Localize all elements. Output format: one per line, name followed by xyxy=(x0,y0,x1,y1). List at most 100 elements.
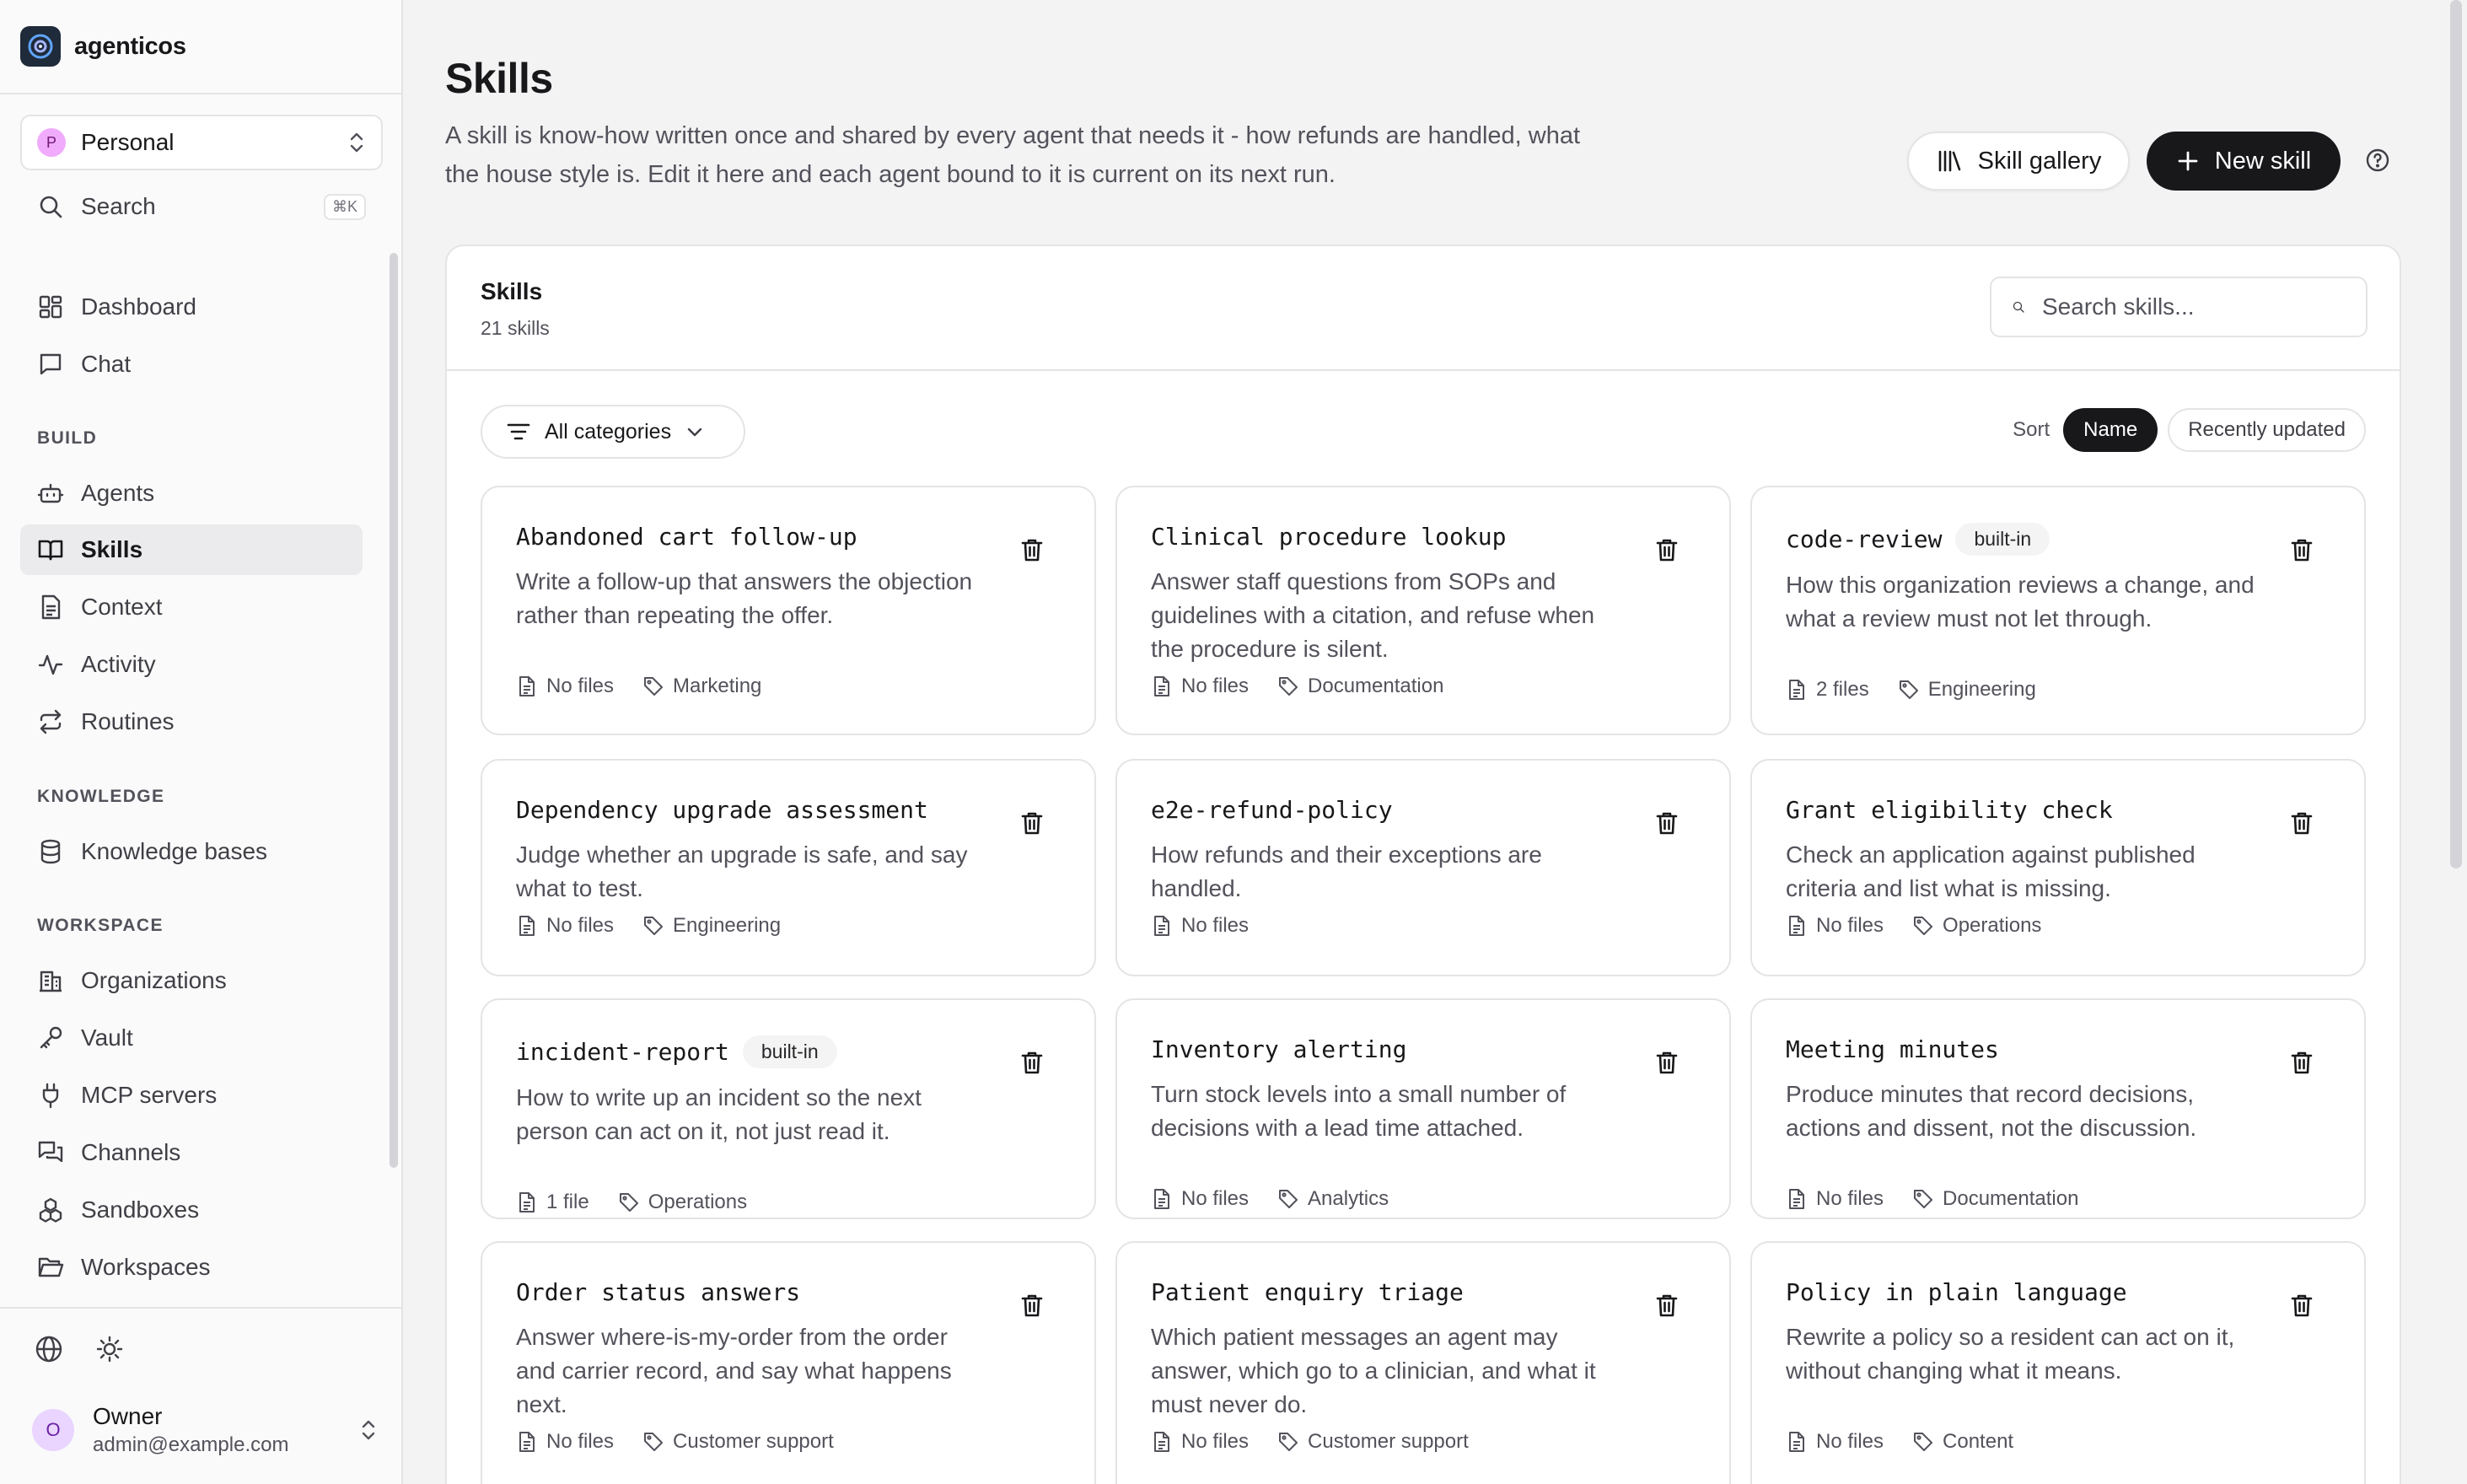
file-icon xyxy=(1789,680,1804,700)
new-skill-label: New skill xyxy=(2214,147,2312,175)
skill-files: No files xyxy=(1816,1430,1884,1453)
skill-card[interactable]: Abandoned cart follow-up Write a follow-u… xyxy=(481,486,1096,735)
skill-card[interactable]: incident-report built-in How to write up a… xyxy=(481,998,1096,1219)
skill-meta: No files Documentation xyxy=(1151,675,1443,698)
search-skills-input[interactable] xyxy=(2042,293,2346,320)
skills-search[interactable] xyxy=(1990,277,2368,337)
brand[interactable]: agenticos xyxy=(20,25,186,67)
trash-icon[interactable] xyxy=(1653,809,1680,836)
trash-icon[interactable] xyxy=(1019,1049,1045,1076)
building-icon xyxy=(40,971,62,992)
page-description: A skill is know-how written once and sha… xyxy=(445,122,1581,188)
skills-panel: Skills 21 skills All categories Sort Nam… xyxy=(445,245,2401,1484)
skill-name: code-review xyxy=(1786,525,1943,553)
sidebar-item-organizations[interactable]: Organizations xyxy=(20,955,363,1006)
skill-gallery-button[interactable]: Skill gallery xyxy=(1907,132,2130,191)
skill-gallery-label: Skill gallery xyxy=(1977,147,2102,175)
section-label-workspace: WORKSPACE xyxy=(37,916,164,935)
sidebar-item-channels[interactable]: Channels xyxy=(20,1127,363,1178)
skill-category: Analytics xyxy=(1308,1187,1389,1210)
skill-card[interactable]: Order status answers Answer where-is-my-o… xyxy=(481,1241,1096,1484)
skill-files: No files xyxy=(1181,914,1250,937)
skill-category: Operations xyxy=(648,1191,748,1213)
sort-option-recently-updated[interactable]: Recently updated xyxy=(2168,408,2366,452)
skill-name: Dependency upgrade assessment xyxy=(516,796,928,824)
sort-option-name[interactable]: Name xyxy=(2063,408,2158,452)
skill-card[interactable]: Meeting minutes Produce minutes that reco… xyxy=(1750,998,2366,1219)
skill-card[interactable]: Policy in plain language Rewrite a policy… xyxy=(1750,1241,2366,1484)
sidebar-item-routines[interactable]: Routines xyxy=(20,696,363,747)
brand-name: agenticos xyxy=(74,32,186,60)
search-label: Search xyxy=(81,193,156,219)
main-scrollbar[interactable] xyxy=(2450,0,2462,868)
skill-card-header: Meeting minutes xyxy=(1786,1035,1999,1063)
sidebar-scrollbar[interactable] xyxy=(390,253,398,1168)
sidebar-item-knowledge-bases[interactable]: Knowledge bases xyxy=(20,826,363,877)
brand-logo-icon xyxy=(20,26,61,67)
sidebar-item-sandboxes[interactable]: Sandboxes xyxy=(20,1185,363,1235)
skill-category: Customer support xyxy=(1308,1430,1469,1453)
sidebar-item-label: Agents xyxy=(81,480,155,506)
skill-category: Customer support xyxy=(673,1430,834,1453)
user-menu[interactable]: O Owner admin@example.com xyxy=(32,1400,378,1460)
trash-icon[interactable] xyxy=(2288,809,2315,836)
skill-card-header: Dependency upgrade assessment xyxy=(516,796,928,824)
sidebar-search[interactable]: Search ⌘K xyxy=(20,184,383,229)
tag-icon xyxy=(1899,680,1918,699)
skill-card-header: Policy in plain language xyxy=(1786,1278,2127,1306)
trash-icon[interactable] xyxy=(1019,809,1045,836)
trash-icon[interactable] xyxy=(1653,536,1680,563)
trash-icon[interactable] xyxy=(1653,1049,1680,1076)
skill-card[interactable]: Inventory alerting Turn stock levels into… xyxy=(1115,998,1731,1219)
sun-icon[interactable] xyxy=(94,1334,125,1364)
trash-icon[interactable] xyxy=(1019,1292,1045,1319)
skill-name: e2e-refund-policy xyxy=(1151,796,1393,824)
database-icon xyxy=(40,839,61,864)
tag-icon xyxy=(1279,1433,1298,1451)
sidebar-item-chat[interactable]: Chat xyxy=(20,339,363,390)
sidebar-item-mcp-servers[interactable]: MCP servers xyxy=(20,1070,363,1121)
sidebar-item-label: Activity xyxy=(81,651,156,677)
trash-icon[interactable] xyxy=(1653,1292,1680,1319)
skill-card[interactable]: Dependency upgrade assessment Judge wheth… xyxy=(481,759,1096,976)
search-shortcut: ⌘K xyxy=(323,193,366,220)
org-switcher[interactable]: P Personal xyxy=(20,115,383,170)
skill-card[interactable]: Grant eligibility check Check an applicat… xyxy=(1750,759,2366,976)
tag-icon xyxy=(1914,1190,1933,1208)
sidebar-item-activity[interactable]: Activity xyxy=(20,639,363,690)
avatar: O xyxy=(32,1409,74,1451)
tag-icon xyxy=(1914,917,1933,935)
trash-icon[interactable] xyxy=(2288,1049,2315,1076)
help-circle-icon[interactable] xyxy=(2364,147,2391,174)
sidebar-item-vault[interactable]: Vault xyxy=(20,1013,363,1063)
skill-card[interactable]: Patient enquiry triage Which patient mess… xyxy=(1115,1241,1731,1484)
file-icon xyxy=(519,1192,535,1212)
sidebar-item-dashboard[interactable]: Dashboard xyxy=(20,282,363,332)
skill-card[interactable]: e2e-refund-policy How refunds and their e… xyxy=(1115,759,1731,976)
trash-icon[interactable] xyxy=(2288,1292,2315,1319)
messages-icon xyxy=(38,1141,63,1163)
skill-card[interactable]: Clinical procedure lookup Answer staff qu… xyxy=(1115,486,1731,735)
skill-meta: No files Analytics xyxy=(1151,1187,1389,1211)
skill-card[interactable]: code-review built-in How this organization… xyxy=(1750,486,2366,735)
sidebar-tools xyxy=(34,1334,125,1364)
sidebar-item-label: Organizations xyxy=(81,967,227,993)
skill-files: No files xyxy=(1181,1187,1250,1210)
skill-description: Turn stock levels into a small number of… xyxy=(1151,1081,1567,1141)
divider xyxy=(0,93,401,94)
user-email: admin@example.com xyxy=(93,1433,289,1456)
trash-icon[interactable] xyxy=(1019,536,1045,563)
skill-files: No files xyxy=(546,1430,615,1453)
sidebar-item-agents[interactable]: Agents xyxy=(20,468,363,519)
new-skill-button[interactable]: New skill xyxy=(2147,132,2341,191)
sidebar: agenticos P Personal Search ⌘K Dashboard… xyxy=(0,0,403,1484)
file-icon xyxy=(519,676,535,696)
globe-icon[interactable] xyxy=(34,1334,64,1364)
trash-icon[interactable] xyxy=(2288,536,2315,563)
skill-meta: No files Operations xyxy=(1786,914,2041,938)
sidebar-item-context[interactable]: Context xyxy=(20,582,363,632)
boxes-icon xyxy=(39,1197,62,1223)
category-filter-dropdown[interactable]: All categories xyxy=(481,405,745,459)
sidebar-item-skills[interactable]: Skills xyxy=(20,524,363,575)
sidebar-item-workspaces[interactable]: Workspaces xyxy=(20,1242,363,1293)
